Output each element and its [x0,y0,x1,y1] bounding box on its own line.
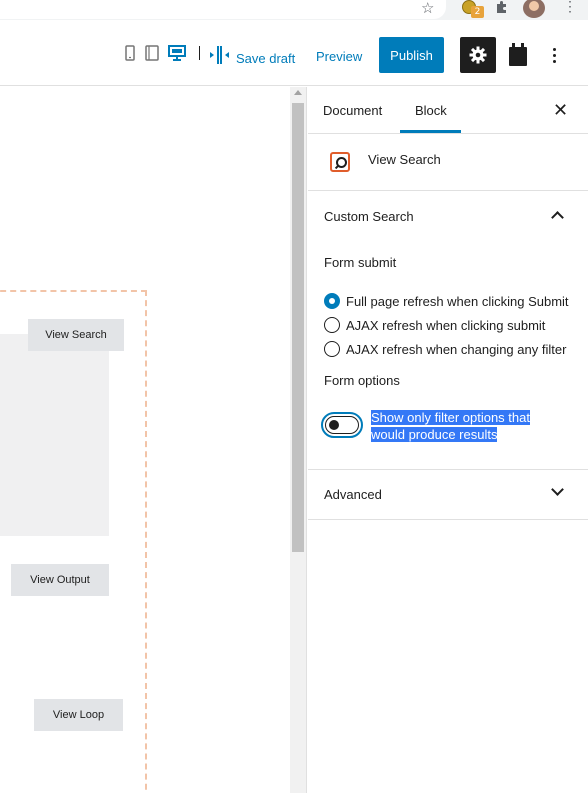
mobile-preview-icon[interactable] [125,45,135,61]
view-loop-button[interactable]: View Loop [34,699,123,731]
extensions-puzzle-icon[interactable] [494,0,510,19]
active-tab-indicator [400,130,461,133]
save-draft-label: Save draft [236,50,296,66]
preview-button[interactable]: Preview [316,49,362,64]
editor-canvas[interactable]: View Search View Output View Loop [0,87,290,793]
radio-full-page-refresh[interactable]: Full page refresh when clicking Submit [324,292,569,310]
settings-button[interactable] [460,37,496,73]
block-title: View Search [368,152,441,167]
profile-avatar[interactable] [523,0,545,18]
radio-label: Full page refresh when clicking Submit [346,293,569,309]
custom-search-panel-toggle[interactable]: Custom Search [308,191,588,243]
form-submit-label: Form submit [324,255,397,270]
panel-divider [308,519,588,520]
toggle-switch[interactable] [325,416,359,434]
save-draft-button[interactable]: Save draft [209,45,296,66]
radio-label: AJAX refresh when changing any filter [346,341,567,357]
scroll-up-arrow-icon[interactable] [294,90,302,95]
plugin-calendar-icon[interactable] [508,42,528,68]
tablet-preview-icon[interactable] [145,45,159,61]
settings-sidebar: Document Block ✕ View Search Custom Sear… [308,87,588,793]
split-columns-icon [210,46,229,64]
form-options-label: Form options [324,373,400,388]
chevron-up-icon [551,211,564,224]
advanced-panel-title: Advanced [324,487,382,502]
radio-label: AJAX refresh when clicking submit [346,317,546,333]
radio-ajax-submit[interactable]: AJAX refresh when clicking submit [324,316,545,334]
extension-badge: 2 [471,6,484,18]
view-output-button[interactable]: View Output [11,564,109,596]
toggle-label-text: Show only filter options that would prod… [371,410,530,442]
block-card: View Search [308,134,588,191]
radio-button[interactable] [324,317,340,333]
view-search-button[interactable]: View Search [28,319,124,351]
canvas-scrollbar[interactable] [290,87,307,793]
filter-options-toggle[interactable] [321,412,363,438]
tab-block[interactable]: Block [415,103,447,118]
scroll-thumb[interactable] [292,103,304,552]
toolbar-separator [199,46,200,60]
custom-search-panel-title: Custom Search [324,209,414,224]
browser-toolbar: ☆ 2 ⋮ [0,0,588,20]
search-block-icon [330,152,350,172]
toggle-label: Show only filter options that would prod… [371,409,561,443]
search-block-placeholder[interactable] [0,334,109,536]
bookmark-star-icon[interactable]: ☆ [421,1,434,17]
close-sidebar-icon[interactable]: ✕ [553,100,568,121]
gear-icon [469,46,487,64]
chevron-down-icon [551,483,564,496]
more-options-button[interactable] [544,42,564,68]
radio-ajax-filter[interactable]: AJAX refresh when changing any filter [324,340,566,358]
address-bar[interactable] [0,0,446,19]
publish-button[interactable]: Publish [379,37,444,73]
advanced-panel-toggle[interactable]: Advanced [308,469,588,521]
sidebar-tabs: Document Block ✕ [308,87,588,134]
radio-button[interactable] [324,341,340,357]
tab-document[interactable]: Document [323,103,382,118]
browser-menu-icon[interactable]: ⋮ [563,0,577,14]
editor-toolbar: Save draft Preview Publish [0,20,588,86]
desktop-preview-icon[interactable] [168,45,186,61]
radio-button-checked[interactable] [324,293,340,309]
